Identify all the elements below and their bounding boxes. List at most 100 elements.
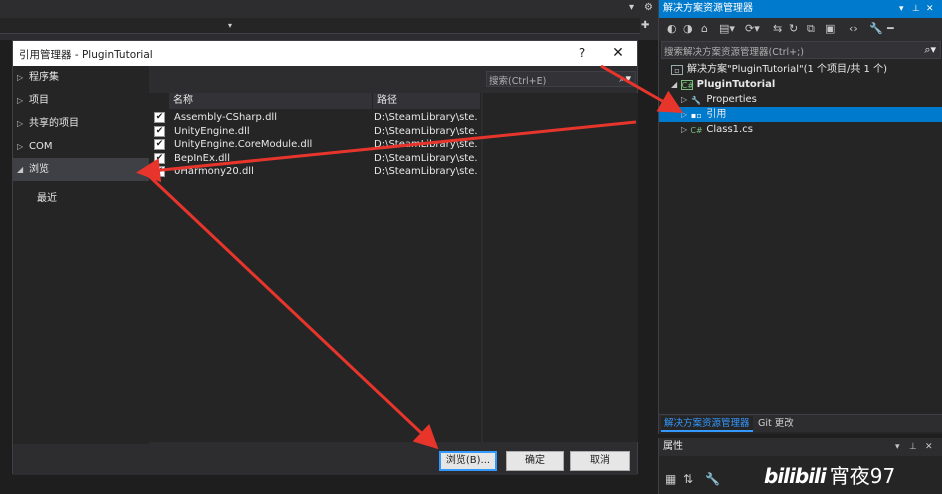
ok-button[interactable]: 确定 bbox=[506, 451, 564, 471]
search-icon[interactable]: ⌕▾ bbox=[924, 43, 936, 57]
tab-git-changes[interactable]: Git 更改 bbox=[755, 416, 797, 432]
forward-icon[interactable]: ◑ bbox=[683, 22, 693, 35]
expand-icon: ▷ bbox=[17, 96, 24, 105]
solution-explorer-tabs: 解决方案资源管理器 Git 更改 bbox=[659, 414, 942, 432]
reference-row[interactable]: ✔ UnityEngine.dll D:\SteamLibrary\ste... bbox=[149, 125, 481, 139]
tree-label: 解决方案"PluginTutorial"(1 个项目/共 1 个) bbox=[687, 64, 888, 75]
nav-item-browse[interactable]: ◢ 浏览 bbox=[13, 158, 149, 181]
expand-icon: ▷ bbox=[17, 73, 24, 82]
property-pages-icon[interactable]: 🔧 bbox=[705, 472, 720, 486]
nav-item-shared-projects[interactable]: ▷ 共享的项目 bbox=[13, 112, 149, 135]
document-tab-row bbox=[0, 0, 658, 16]
tree-project[interactable]: ◢ C# PluginTutorial bbox=[671, 77, 775, 92]
csharp-file-icon: C# bbox=[690, 126, 703, 135]
checkbox[interactable]: ✔ bbox=[154, 125, 165, 137]
reference-detail-pane bbox=[483, 93, 638, 442]
navigation-dropdown-icon[interactable]: ▾ bbox=[228, 20, 232, 32]
back-icon[interactable]: ◐ bbox=[667, 22, 677, 35]
solution-search-input[interactable]: 搜索解决方案资源管理器(Ctrl+;) ⌕▾ bbox=[661, 41, 941, 59]
expand-icon: ▷ bbox=[17, 142, 24, 151]
solution-explorer-titlebar: 解决方案资源管理器 ▾ ⊥ ✕ bbox=[659, 0, 942, 18]
nav-item-recent[interactable]: 最近 bbox=[37, 189, 57, 204]
watermark-author: 宵夜97 bbox=[829, 464, 896, 488]
expand-icon[interactable]: ▷ bbox=[681, 95, 687, 104]
pin-icon[interactable]: ⊥ bbox=[912, 0, 920, 18]
reference-name: UnityEngine.dll bbox=[174, 125, 250, 137]
reference-path: D:\SteamLibrary\ste... bbox=[374, 166, 478, 177]
gear-icon[interactable]: ⚙ bbox=[644, 2, 653, 14]
expand-icon[interactable]: ▷ bbox=[681, 125, 687, 134]
reference-name: BepInEx.dll bbox=[174, 152, 230, 164]
dropdown-icon[interactable]: ▾ bbox=[629, 2, 634, 14]
checkbox[interactable]: ✔ bbox=[154, 152, 165, 164]
switch-views-icon[interactable]: ▤▾ bbox=[719, 22, 735, 35]
search-placeholder: 搜索(Ctrl+E) bbox=[489, 76, 547, 87]
nav-item-label: 程序集 bbox=[29, 72, 59, 83]
tree-item-class1[interactable]: ▷ C# Class1.cs bbox=[681, 122, 753, 137]
tree-solution[interactable]: ▫ 解决方案"PluginTutorial"(1 个项目/共 1 个) bbox=[671, 62, 887, 77]
nav-item-label: 浏览 bbox=[29, 164, 49, 175]
dropdown-icon[interactable]: ▾ bbox=[899, 0, 904, 18]
expand-icon: ▷ bbox=[17, 119, 24, 128]
references-icon: ▪▫ bbox=[690, 111, 702, 120]
tree-item-properties[interactable]: ▷ 🔧 Properties bbox=[681, 92, 757, 107]
dialog-title: 引用管理器 - PluginTutorial bbox=[19, 49, 153, 61]
collapse-all-icon[interactable]: ⧉ bbox=[807, 22, 815, 36]
dropdown-icon[interactable]: ▾ bbox=[895, 438, 900, 456]
checkbox[interactable]: ✔ bbox=[154, 139, 165, 150]
tab-solution-explorer[interactable]: 解决方案资源管理器 bbox=[661, 416, 753, 432]
preview-icon[interactable]: ━ bbox=[887, 22, 894, 35]
sync-icon[interactable]: ⇆ bbox=[773, 22, 782, 35]
collapse-icon[interactable]: ◢ bbox=[671, 80, 677, 89]
refresh-icon[interactable]: ↻ bbox=[789, 22, 798, 35]
view-code-icon[interactable]: ‹› bbox=[849, 22, 858, 35]
reference-name: 0Harmony20.dll bbox=[174, 166, 254, 177]
csharp-project-icon: C# bbox=[680, 80, 694, 90]
categorized-icon[interactable]: ▦ bbox=[665, 472, 676, 486]
search-icon[interactable]: ⌕▾ bbox=[619, 72, 631, 86]
bilibili-watermark: bilibili 宵夜97 bbox=[764, 461, 942, 491]
reference-name: Assembly-CSharp.dll bbox=[174, 112, 277, 123]
checkbox[interactable]: ✔ bbox=[154, 112, 165, 123]
nav-item-projects[interactable]: ▷ 项目 bbox=[13, 89, 149, 112]
show-all-files-icon[interactable]: ▣ bbox=[825, 22, 835, 35]
column-header-path[interactable]: 路径 bbox=[373, 93, 481, 109]
browse-button[interactable]: 浏览(B)... bbox=[439, 451, 497, 471]
reference-row[interactable]: ✔ BepInEx.dll D:\SteamLibrary\ste... bbox=[149, 152, 481, 166]
help-button[interactable]: ? bbox=[573, 44, 591, 62]
reference-row[interactable]: ✔ UnityEngine.CoreModule.dll D:\SteamLib… bbox=[149, 138, 481, 152]
properties-wrench-icon[interactable]: 🔧 bbox=[869, 22, 883, 35]
reference-name: UnityEngine.CoreModule.dll bbox=[174, 139, 313, 150]
reference-row[interactable]: ✔ Assembly-CSharp.dll D:\SteamLibrary\st… bbox=[149, 111, 481, 125]
dialog-titlebar: 引用管理器 - PluginTutorial ? ✕ bbox=[13, 41, 637, 66]
close-icon[interactable]: ✕ bbox=[925, 438, 933, 456]
tree-item-references[interactable]: ▷ ▪▫ 引用 bbox=[659, 107, 942, 122]
close-button[interactable]: ✕ bbox=[609, 44, 627, 62]
tree-label: 引用 bbox=[706, 109, 727, 120]
wrench-icon: 🔧 bbox=[691, 96, 702, 105]
nav-item-assemblies[interactable]: ▷ 程序集 bbox=[13, 66, 149, 89]
pin-icon[interactable]: ⊥ bbox=[909, 438, 917, 456]
expand-icon[interactable]: ▷ bbox=[681, 110, 687, 119]
split-add-icon[interactable]: ✚ bbox=[641, 20, 649, 32]
reference-path: D:\SteamLibrary\ste... bbox=[374, 112, 478, 123]
alphabetical-icon[interactable]: ⇅ bbox=[683, 472, 693, 486]
pending-changes-icon[interactable]: ⟳▾ bbox=[745, 22, 760, 35]
panel-title: 解决方案资源管理器 bbox=[663, 3, 753, 14]
reference-search-input[interactable]: 搜索(Ctrl+E) ⌕▾ bbox=[486, 71, 636, 87]
solution-explorer-toolbar: ◐ ◑ ⌂ ▤▾ ⟳▾ ⇆ ↻ ⧉ ▣ ‹› 🔧 ━ bbox=[659, 18, 942, 41]
search-placeholder: 搜索解决方案资源管理器(Ctrl+;) bbox=[664, 47, 804, 58]
reference-path: D:\SteamLibrary\ste... bbox=[374, 125, 478, 137]
column-header-name[interactable]: 名称 bbox=[169, 93, 373, 109]
nav-item-com[interactable]: ▷ COM bbox=[13, 135, 149, 158]
reference-list: 名称 路径 ✔ Assembly-CSharp.dll D:\SteamLibr… bbox=[149, 93, 481, 442]
home-icon[interactable]: ⌂ bbox=[701, 22, 708, 35]
checkbox[interactable]: ✔ bbox=[154, 166, 165, 177]
reference-row[interactable]: ✔ 0Harmony20.dll D:\SteamLibrary\ste... bbox=[149, 165, 481, 179]
dialog-footer: 浏览(B)... 确定 取消 bbox=[13, 445, 637, 475]
nav-item-label: 项目 bbox=[29, 95, 49, 106]
panel-title: 属性 bbox=[663, 441, 683, 452]
reference-path: D:\SteamLibrary\ste... bbox=[374, 152, 478, 164]
close-icon[interactable]: ✕ bbox=[926, 0, 934, 18]
cancel-button[interactable]: 取消 bbox=[570, 451, 630, 471]
